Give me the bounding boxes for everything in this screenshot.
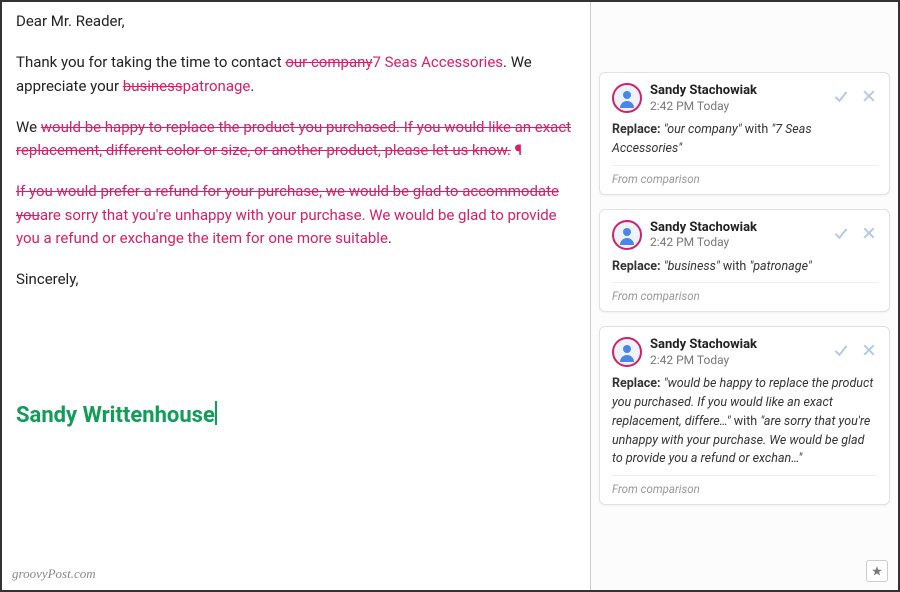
suggestion-body: Replace: "our company" with "7 Seas Acce… [612,121,877,159]
signature: Sandy Writtenhouse [16,399,215,433]
accept-icon[interactable] [833,342,849,362]
with-word: with [723,259,746,274]
old-text: "our company" [664,122,742,137]
accept-icon[interactable] [833,225,849,245]
avatar [612,220,642,250]
replace-label: Replace: [612,259,661,274]
pilcrow-icon: ¶ [511,141,522,159]
commenter-name: Sandy Stachowiak [650,337,833,353]
suggestion-card[interactable]: Sandy Stachowiak 2:42 PM Today Replace: … [599,209,890,313]
suggestion-body: Replace: "business" with "patronage" [612,258,877,277]
paragraph-2: We would be happy to replace the product… [16,116,576,163]
comments-sidebar: Sandy Stachowiak 2:42 PM Today Replace: … [590,2,898,590]
new-text: "patronage" [749,259,811,274]
commenter-name: Sandy Stachowiak [650,220,833,236]
replace-label: Replace: [612,122,661,137]
inserted-text: 7 Seas Accessories [372,53,503,71]
reject-icon[interactable] [861,342,877,362]
old-text: "business" [664,259,720,274]
suggestion-card[interactable]: Sandy Stachowiak 2:42 PM Today Replace: … [599,326,890,505]
with-word: with [734,414,757,429]
text-run: Thank you for taking the time to contact [16,53,285,71]
commenter-name: Sandy Stachowiak [650,83,833,99]
text-run: . [388,229,392,247]
text-run: . [250,77,254,95]
document-editor[interactable]: Dear Mr. Reader, Thank you for taking th… [2,2,590,590]
suggestion-source: From comparison [612,282,877,303]
greeting-line: Dear Mr. Reader, [16,10,576,33]
comment-time: 2:42 PM Today [650,353,833,367]
avatar [612,337,642,367]
inserted-text: are sorry that you're unhappy with your … [16,206,557,247]
replace-label: Replace: [612,376,661,391]
suggestion-card[interactable]: Sandy Stachowiak 2:42 PM Today Replace: … [599,72,890,195]
suggestion-source: From comparison [612,475,877,496]
reject-icon[interactable] [861,88,877,108]
accept-icon[interactable] [833,88,849,108]
with-word: with [745,122,768,137]
deleted-text: our company [285,53,372,71]
comment-time: 2:42 PM Today [650,99,833,113]
watermark: groovyPost.com [12,564,96,584]
deleted-text: would be happy to replace the product yo… [16,118,571,159]
comment-time: 2:42 PM Today [650,235,833,249]
suggestion-source: From comparison [612,165,877,186]
suggestion-body: Replace: "would be happy to replace the … [612,375,877,469]
closing-line: Sincerely, [16,268,576,291]
inserted-text: patronage [183,77,251,95]
deleted-text: business [123,77,183,95]
paragraph-3: If you would prefer a refund for your pu… [16,180,576,250]
reject-icon[interactable] [861,225,877,245]
paragraph-1: Thank you for taking the time to contact… [16,51,576,98]
explore-button[interactable] [866,560,888,582]
text-run: We [16,118,41,136]
avatar [612,83,642,113]
